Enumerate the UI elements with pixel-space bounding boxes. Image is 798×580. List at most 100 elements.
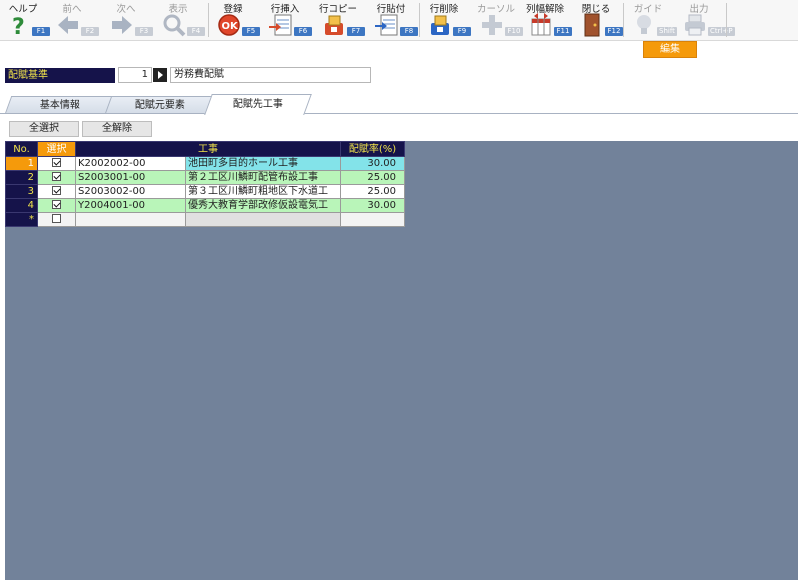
rate-cell[interactable]: 25.00 (340, 170, 405, 185)
f7-key: F7 (347, 27, 365, 36)
toolbar: ヘルプ ? F1 前へ F2 次へ F3 表示 F4 登録 OK F5 行挿入 … (0, 0, 798, 41)
tab-label: 基本情報 (39, 100, 80, 111)
f8-key: F8 (400, 27, 418, 36)
svg-text:?: ? (12, 15, 25, 37)
f5-key: F5 (242, 27, 260, 36)
tab-divider (0, 113, 798, 114)
help-button[interactable]: ヘルプ ? F1 (0, 0, 52, 40)
output-button[interactable]: 出力 Ctrl+P (676, 0, 735, 40)
project-name-cell[interactable]: 優秀大教育学部改修仮設電気工 (185, 198, 341, 213)
rate-cell[interactable] (340, 212, 405, 227)
deselect-all-button[interactable]: 全解除 (82, 121, 152, 137)
printer-icon (685, 14, 705, 36)
row-insert-button[interactable]: 行挿入 F6 (262, 0, 314, 40)
tab-label: 配賦先工事 (232, 99, 283, 110)
select-cell[interactable] (37, 198, 76, 213)
f10-key: F10 (505, 27, 523, 36)
checkbox[interactable] (52, 214, 61, 223)
view-button[interactable]: 表示 F4 (155, 0, 207, 40)
cursor-button[interactable]: カーソル F10 (473, 0, 525, 40)
row-copy-button[interactable]: 行コピー F7 (315, 0, 367, 40)
project-name-cell[interactable]: 第２工区川鱗町配管布設工事 (185, 170, 341, 185)
close-button[interactable]: 閉じる F12 (573, 0, 625, 40)
guide-button[interactable]: ガイド Shift (625, 0, 677, 40)
f9-key: F9 (453, 27, 471, 36)
column-width-icon (531, 13, 551, 36)
row-paste-button[interactable]: 行貼付 F8 (368, 0, 420, 40)
column-header-select[interactable]: 選択 (37, 141, 76, 157)
table-row[interactable]: 3 S2003002-00 第３工区川鱗町粗地区下水道工 25.00 (5, 184, 405, 199)
row-delete-icon (431, 15, 449, 35)
bulb-icon (637, 15, 651, 34)
row-paste-icon (375, 14, 398, 36)
select-cell[interactable] (37, 170, 76, 185)
new-row[interactable]: * (5, 212, 405, 227)
table-row[interactable]: 2 S2003001-00 第２工区川鱗町配管布設工事 25.00 (5, 170, 405, 185)
select-cell[interactable] (37, 212, 76, 227)
rate-cell[interactable]: 30.00 (340, 156, 405, 171)
shift-key: Shift (657, 27, 677, 36)
svg-text:OK: OK (222, 21, 240, 32)
prev-button[interactable]: 前へ F2 (49, 0, 101, 40)
project-code-cell[interactable]: S2003002-00 (75, 184, 186, 199)
select-cell[interactable] (37, 184, 76, 199)
f1-key: F1 (32, 27, 50, 36)
allocation-basis-lookup-button[interactable] (153, 68, 167, 82)
door-icon (584, 13, 600, 37)
arrow-right-icon (112, 16, 132, 34)
allocation-target-grid: No. 選択 工事 配賦率(%) 1 K2002002-00 池田町多目的ホール… (5, 141, 405, 227)
row-insert-icon (269, 14, 292, 36)
ctrl-p-key: Ctrl+P (708, 27, 735, 36)
rate-cell[interactable]: 25.00 (340, 184, 405, 199)
row-delete-button[interactable]: 行削除 F9 (421, 0, 473, 40)
rate-cell[interactable]: 30.00 (340, 198, 405, 213)
table-row[interactable]: 1 K2002002-00 池田町多目的ホール工事 30.00 (5, 156, 405, 171)
column-width-reset-button[interactable]: 列幅解除 F11 (522, 0, 574, 40)
arrow-left-icon (58, 16, 78, 34)
new-row-marker: * (5, 212, 38, 227)
toolbar-separator (208, 3, 209, 37)
checkbox[interactable] (52, 172, 61, 181)
tab-basic-info[interactable]: 基本情報 (4, 96, 116, 114)
register-button[interactable]: 登録 OK F5 (210, 0, 262, 40)
project-code-cell[interactable]: Y2004001-00 (75, 198, 186, 213)
f3-key: F3 (135, 27, 153, 36)
row-copy-icon (325, 15, 343, 35)
project-name-cell[interactable]: 池田町多目的ホール工事 (185, 156, 341, 171)
checkbox[interactable] (52, 158, 61, 167)
toolbar-separator (623, 3, 624, 37)
checkbox[interactable] (52, 186, 61, 195)
ok-icon: OK (218, 14, 240, 36)
project-name-cell[interactable] (185, 212, 341, 227)
select-all-button[interactable]: 全選択 (9, 121, 79, 137)
toolbar-separator (419, 3, 420, 37)
project-code-cell[interactable] (75, 212, 186, 227)
project-code-cell[interactable]: K2002002-00 (75, 156, 186, 171)
allocation-basis-number-field[interactable]: 1 (118, 67, 152, 83)
row-number: 4 (5, 198, 38, 213)
select-cell[interactable] (37, 156, 76, 171)
f4-key: F4 (187, 27, 205, 36)
allocation-basis-name-field: 労務費配賦 (170, 67, 371, 83)
chevron-right-icon (158, 71, 163, 79)
allocation-basis-label: 配賦基準 (5, 68, 115, 83)
row-number: 1 (5, 156, 38, 171)
f6-key: F6 (294, 27, 312, 36)
f12-key: F12 (605, 27, 623, 36)
help-icon: ? (12, 15, 25, 37)
tab-label: 配賦元要素 (134, 100, 185, 111)
tab-allocation-target[interactable]: 配賦先工事 (204, 94, 312, 115)
checkbox[interactable] (52, 200, 61, 209)
project-code-cell[interactable]: S2003001-00 (75, 170, 186, 185)
column-header-rate[interactable]: 配賦率(%) (340, 141, 405, 157)
toolbar-separator (726, 3, 727, 37)
column-header-project[interactable]: 工事 (75, 141, 341, 157)
f11-key: F11 (554, 27, 572, 36)
row-number: 3 (5, 184, 38, 199)
project-name-cell[interactable]: 第３工区川鱗町粗地区下水道工 (185, 184, 341, 199)
table-row[interactable]: 4 Y2004001-00 優秀大教育学部改修仮設電気工 30.00 (5, 198, 405, 213)
tab-allocation-source[interactable]: 配賦元要素 (104, 96, 216, 114)
row-number: 2 (5, 170, 38, 185)
next-button[interactable]: 次へ F3 (103, 0, 155, 40)
magnifier-icon (163, 14, 186, 37)
